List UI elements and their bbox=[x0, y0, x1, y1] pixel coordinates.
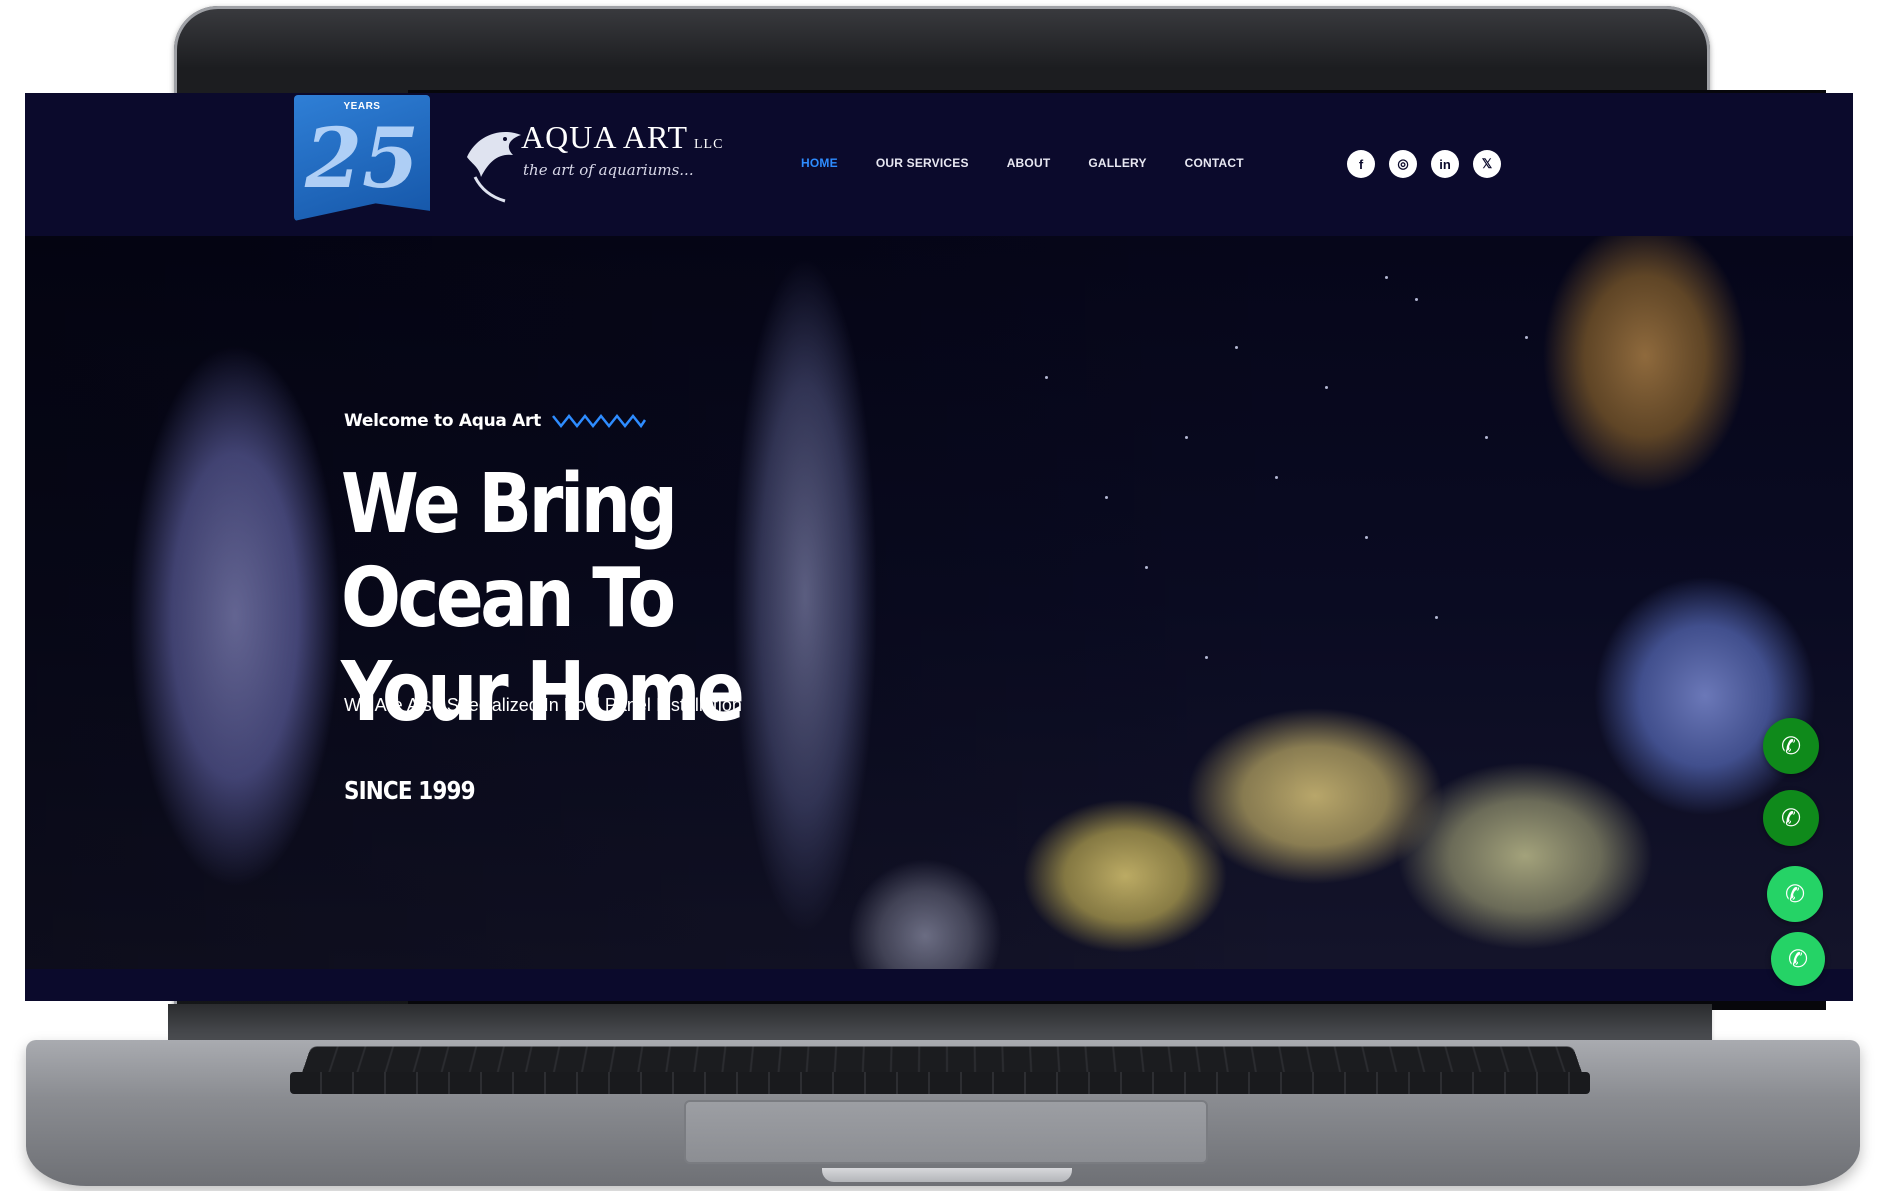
nav-gallery[interactable]: GALLERY bbox=[1088, 156, 1146, 170]
nav-contact[interactable]: CONTACT bbox=[1185, 156, 1244, 170]
hero-subtitle: We Are Also Specialized In Pool Panel In… bbox=[344, 695, 742, 715]
logo-tagline: the art of aquariums... bbox=[523, 161, 694, 179]
instagram-icon[interactable]: ◎ bbox=[1389, 150, 1417, 178]
shark-icon bbox=[467, 131, 521, 203]
nav-about[interactable]: ABOUT bbox=[1007, 156, 1051, 170]
social-links: f ◎ in 𝕏 bbox=[1347, 150, 1501, 178]
whatsapp-icon: ✆ bbox=[1784, 880, 1806, 908]
whatsapp-icon: ✆ bbox=[1787, 945, 1809, 973]
badge-label: YEARS bbox=[343, 101, 381, 112]
whatsapp-button-1[interactable]: ✆ bbox=[1767, 866, 1823, 922]
whatsapp-button-2[interactable]: ✆ bbox=[1771, 932, 1825, 986]
wave-icon bbox=[551, 413, 646, 429]
website-screen: 25 YEARS AQUA ART LLC the art of aquarium… bbox=[25, 93, 1853, 1001]
call-button-1[interactable]: ✆ bbox=[1763, 718, 1819, 774]
x-icon[interactable]: 𝕏 bbox=[1473, 150, 1501, 178]
nav-our-services[interactable]: OUR SERVICES bbox=[876, 156, 969, 170]
phone-icon: ✆ bbox=[1780, 732, 1802, 760]
site-header: 25 YEARS AQUA ART LLC the art of aquarium… bbox=[25, 93, 1853, 236]
nav-home[interactable]: HOME bbox=[801, 156, 838, 170]
hero-overlay bbox=[25, 236, 1853, 969]
headline-line-1: We Bring Ocean To bbox=[341, 457, 678, 646]
laptop-trackpad bbox=[684, 1100, 1208, 1164]
footer-strip bbox=[25, 969, 1853, 1001]
phone-icon: ✆ bbox=[1780, 804, 1802, 832]
anniversary-badge: 25 YEARS bbox=[294, 95, 430, 221]
badge-number: 25 bbox=[304, 111, 420, 207]
logo-name: AQUA ART bbox=[521, 119, 688, 155]
call-button-2[interactable]: ✆ bbox=[1763, 790, 1819, 846]
welcome-row: Welcome to Aqua Art bbox=[344, 411, 647, 431]
facebook-icon[interactable]: f bbox=[1347, 150, 1375, 178]
logo-suffix: LLC bbox=[693, 137, 724, 152]
site-logo[interactable]: AQUA ART LLC the art of aquariums... bbox=[461, 113, 751, 213]
hero-section: Welcome to Aqua Art We Bring Ocean To Yo… bbox=[25, 236, 1853, 969]
headline-line-2: Your Home bbox=[341, 645, 745, 740]
since-label: SINCE 1999 bbox=[344, 776, 476, 805]
linkedin-icon[interactable]: in bbox=[1431, 150, 1459, 178]
logo-title: AQUA ART LLC bbox=[521, 119, 723, 156]
laptop-keyboard-row bbox=[290, 1072, 1590, 1094]
laptop-notch bbox=[822, 1168, 1072, 1182]
main-nav: HOME OUR SERVICES ABOUT GALLERY CONTACT bbox=[801, 156, 1244, 170]
welcome-text: Welcome to Aqua Art bbox=[344, 411, 541, 431]
